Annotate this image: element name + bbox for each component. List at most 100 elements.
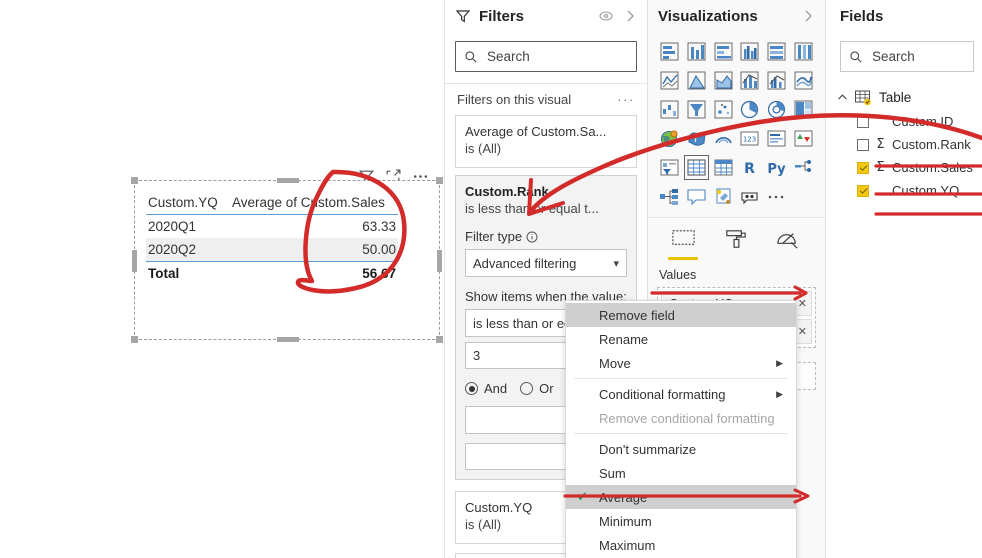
- svg-text:Py: Py: [768, 162, 787, 177]
- menu-item-dont-summarize[interactable]: Don't summarize: [566, 437, 796, 461]
- column-header-yq[interactable]: Custom.YQ: [146, 191, 230, 214]
- viz-icon-decomposition-tree[interactable]: [792, 156, 815, 179]
- table-grid[interactable]: Custom.YQ Average of Custom.Sales 2020Q1…: [146, 191, 398, 285]
- viz-icon-waterfall-chart[interactable]: [658, 98, 681, 121]
- fields-search-input[interactable]: Search: [840, 41, 974, 72]
- field-item-custom-rank[interactable]: Σ Custom.Rank: [826, 133, 982, 156]
- visual-type-gallery[interactable]: 123 R Py: [648, 32, 825, 214]
- viz-icon-ribbon-chart[interactable]: [792, 69, 815, 92]
- viz-icon-stacked-bar-chart[interactable]: [658, 40, 681, 63]
- table-visual[interactable]: Custom.YQ Average of Custom.Sales 2020Q1…: [131, 177, 443, 343]
- close-icon[interactable]: ✕: [798, 297, 807, 310]
- funnel-icon: [455, 10, 471, 23]
- viz-icon-clustered-column-chart[interactable]: [738, 40, 761, 63]
- viz-icon-r-script-visual[interactable]: R: [738, 156, 761, 179]
- viz-icon-key-influencers[interactable]: [658, 185, 681, 208]
- viz-icon-filled-map[interactable]: [685, 127, 708, 150]
- menu-item-maximum[interactable]: Maximum: [566, 533, 796, 557]
- viz-icon-more-visuals[interactable]: [765, 185, 788, 208]
- menu-item-average[interactable]: ✓ Average: [566, 485, 796, 509]
- resize-handle-n[interactable]: [277, 178, 299, 183]
- field-item-custom-sales[interactable]: Σ Custom.Sales: [826, 156, 982, 179]
- viz-icon-card[interactable]: 123: [738, 127, 761, 150]
- viz-icon-scatter-chart[interactable]: [712, 98, 735, 121]
- menu-item-sum[interactable]: Sum: [566, 461, 796, 485]
- viz-icon-donut-chart[interactable]: [765, 98, 788, 121]
- menu-item-remove-conditional-formatting: Remove conditional formatting: [566, 406, 796, 430]
- tab-analytics[interactable]: [772, 227, 802, 260]
- menu-item-remove-field[interactable]: Remove field: [566, 303, 796, 327]
- viz-icon-paginated-report[interactable]: [712, 185, 735, 208]
- checkmark-icon: ✓: [577, 489, 588, 504]
- tab-fields[interactable]: [668, 227, 698, 260]
- viz-icon-table[interactable]: [683, 155, 709, 180]
- viz-icon-smart-narrative[interactable]: [685, 185, 708, 208]
- chevron-up-icon[interactable]: [837, 92, 848, 103]
- filter-type-select[interactable]: Advanced filtering ▾: [465, 249, 627, 277]
- eye-icon[interactable]: [597, 7, 615, 25]
- field-checkbox[interactable]: [857, 161, 869, 174]
- viz-icon-map[interactable]: [658, 127, 681, 150]
- resize-handle-nw[interactable]: [131, 177, 138, 184]
- viz-icon-clustered-bar-chart[interactable]: [712, 40, 735, 63]
- viz-icon-line-and-stacked-column-chart[interactable]: [738, 69, 761, 92]
- viz-icon-area-chart[interactable]: [685, 69, 708, 92]
- viz-icon-python-visual[interactable]: Py: [765, 156, 788, 179]
- resize-handle-sw[interactable]: [131, 336, 138, 343]
- filters-section-label: Filters on this visual: [457, 92, 572, 107]
- field-item-custom-yq[interactable]: Σ Custom.YQ: [826, 179, 982, 202]
- viz-icon-100-stacked-column-chart[interactable]: [792, 40, 815, 63]
- menu-item-rename[interactable]: Rename: [566, 327, 796, 351]
- viz-icon-100-stacked-bar-chart[interactable]: [765, 40, 788, 63]
- chevron-right-icon[interactable]: [799, 7, 817, 25]
- viz-icon-arcgis-map[interactable]: [712, 127, 735, 150]
- menu-item-conditional-formatting[interactable]: Conditional formatting ▶: [566, 382, 796, 406]
- viz-icon-stacked-area-chart[interactable]: [712, 69, 735, 92]
- close-icon[interactable]: ✕: [798, 325, 807, 338]
- chevron-right-icon[interactable]: [621, 7, 639, 25]
- resize-handle-e[interactable]: [437, 250, 442, 272]
- viz-icon-treemap[interactable]: [792, 98, 815, 121]
- fields-table-node[interactable]: Table: [826, 85, 982, 110]
- tab-format[interactable]: [720, 227, 750, 260]
- filter-card-avg-sales[interactable]: Average of Custom.Sa... is (All): [455, 115, 637, 168]
- radio-or[interactable]: Or: [520, 381, 554, 396]
- field-checkbox[interactable]: [857, 184, 869, 197]
- resize-handle-ne[interactable]: [436, 177, 443, 184]
- filters-section-more-icon[interactable]: ···: [617, 92, 635, 107]
- filters-search-input[interactable]: Search: [455, 41, 637, 72]
- resize-handle-se[interactable]: [436, 336, 443, 343]
- field-context-menu[interactable]: Remove field Rename Move ▶ Conditional f…: [565, 300, 797, 558]
- table-row[interactable]: 2020Q1 63.33: [146, 215, 398, 238]
- info-icon[interactable]: [526, 231, 538, 243]
- viz-icon-q-and-a[interactable]: [738, 185, 761, 208]
- submenu-arrow-icon: ▶: [776, 357, 783, 368]
- viz-icon-stacked-column-chart[interactable]: [685, 40, 708, 63]
- menu-item-minimum[interactable]: Minimum: [566, 509, 796, 533]
- table-header-row[interactable]: Custom.YQ Average of Custom.Sales: [146, 191, 398, 215]
- viz-icon-pie-chart[interactable]: [738, 98, 761, 121]
- viz-icon-line-chart[interactable]: [658, 69, 681, 92]
- viz-icon-matrix[interactable]: [712, 156, 735, 179]
- filter-type-label: Filter type: [465, 229, 523, 244]
- resize-handle-s[interactable]: [277, 337, 299, 342]
- column-header-avg-sales[interactable]: Average of Custom.Sales: [230, 191, 398, 214]
- field-checkbox[interactable]: [857, 138, 869, 151]
- viz-icon-multi-row-card[interactable]: [765, 127, 788, 150]
- field-checkbox[interactable]: [857, 115, 869, 128]
- paint-roller-icon: [725, 230, 746, 248]
- viz-icon-funnel-chart[interactable]: [685, 98, 708, 121]
- resize-handle-w[interactable]: [132, 250, 137, 272]
- viz-icon-slicer[interactable]: [658, 156, 681, 179]
- radio-and[interactable]: And: [465, 381, 507, 396]
- table-icon: [855, 90, 872, 106]
- viz-icon-kpi[interactable]: [792, 127, 815, 150]
- field-item-custom-id[interactable]: Σ Custom.ID: [826, 110, 982, 133]
- table-row[interactable]: 2020Q2 50.00: [146, 238, 398, 261]
- report-canvas[interactable]: Custom.YQ Average of Custom.Sales 2020Q1…: [0, 0, 444, 558]
- viz-icon-line-and-clustered-column-chart[interactable]: [765, 69, 788, 92]
- aggregate-icon: Σ: [876, 137, 885, 152]
- visualization-tabs[interactable]: [648, 218, 825, 260]
- menu-item-move[interactable]: Move ▶: [566, 351, 796, 375]
- filter-card-name: Custom.Rank: [465, 184, 549, 199]
